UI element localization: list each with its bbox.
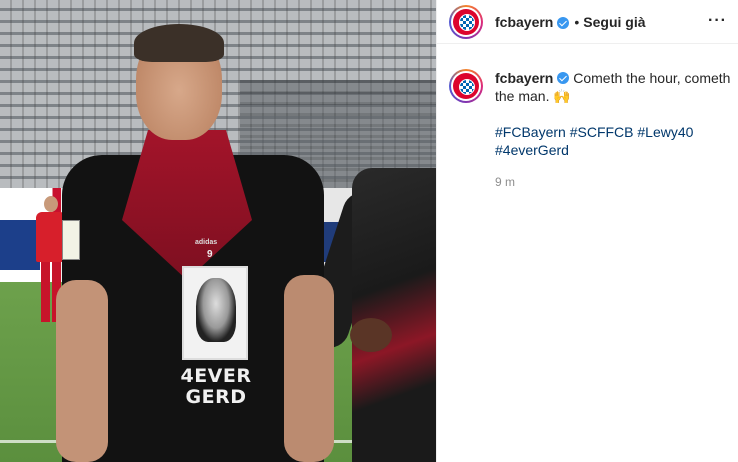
player-hair [134,24,224,62]
hashtag-link[interactable]: #SCFFCB [570,124,634,140]
shirt-number: 9 [207,249,213,260]
caption-comment: fcbayern Cometh the hour, cometh the man… [437,69,738,191]
verified-badge-icon [557,16,570,29]
shirt-portrait-print [182,266,248,360]
shirt-print-line-1: 4EVER [180,365,252,387]
player-right-arm [284,275,334,462]
fcbayern-logo-icon [453,73,479,99]
post-timestamp[interactable]: 9 m [495,173,737,191]
caption-body: fcbayern Cometh the hour, cometh the man… [495,69,737,191]
more-options-icon[interactable]: ··· [708,13,727,29]
main-player: adidas 9 4EVER GERD [56,20,346,462]
portrait-face [196,278,236,342]
post-photo[interactable]: adidas 9 4EVER GERD [0,0,436,462]
shirt-print-text: 4EVER GERD [166,366,266,408]
header-username[interactable]: fcbayern [495,14,553,30]
hashtag-list: #FCBayern #SCFFCB #Lewy40 #4everGerd [495,123,737,159]
sleeve-badge [62,220,80,260]
shirt-print-line-2: GERD [185,386,247,408]
verified-badge-icon [557,72,570,84]
caption-username[interactable]: fcbayern [495,70,553,86]
raising-hands-emoji: 🙌 [553,88,571,104]
separator-dot: • [574,13,580,30]
post-side-panel: fcbayern • Segui già ··· fcbayern Cometh… [436,0,738,462]
hashtag-link[interactable]: #4everGerd [495,142,569,158]
following-button[interactable]: Segui già [583,14,645,30]
post-header: fcbayern • Segui già ··· [437,0,738,44]
fcbayern-logo-icon [453,8,479,35]
caption-avatar[interactable] [449,69,483,103]
avatar[interactable] [449,4,483,39]
player-left-arm [56,280,108,462]
hashtag-link[interactable]: #FCBayern [495,124,566,140]
hashtag-link[interactable]: #Lewy40 [637,124,693,140]
shirt-sponsor: adidas [195,239,218,246]
